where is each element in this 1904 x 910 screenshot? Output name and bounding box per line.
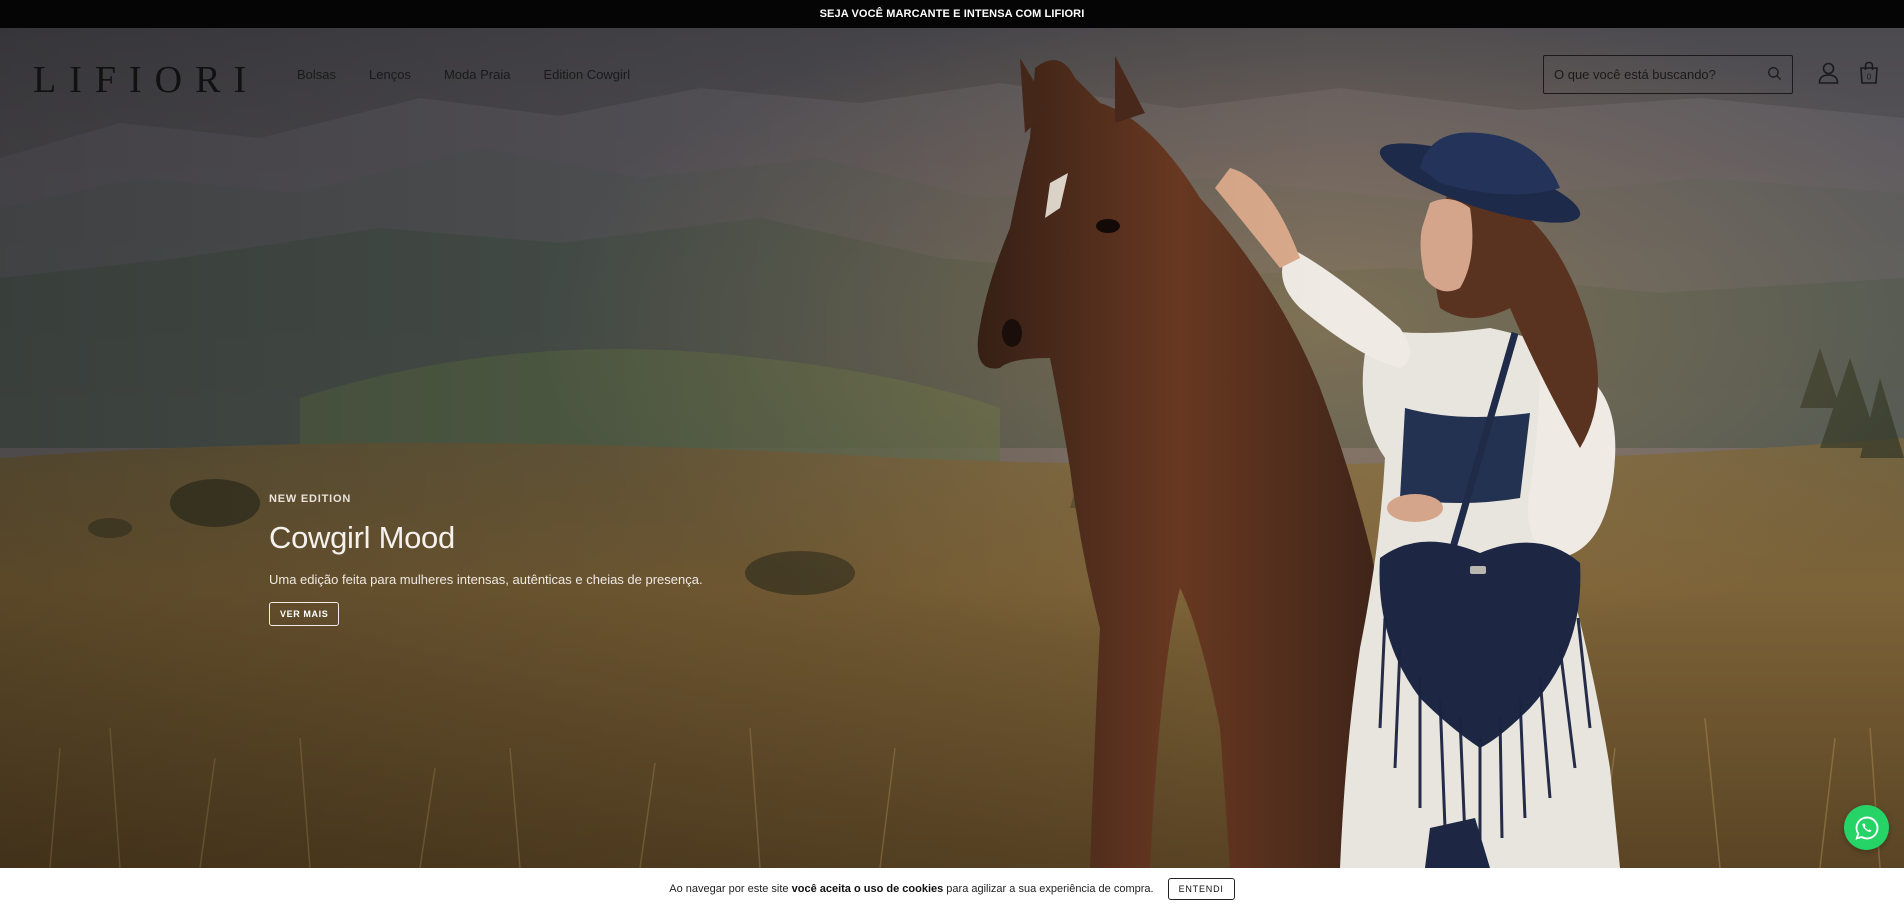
hero-title: Cowgirl Mood <box>269 520 455 555</box>
entendi-button[interactable]: ENTENDI <box>1167 878 1235 900</box>
hero-subtitle: Uma edição feita para mulheres intensas,… <box>269 572 703 587</box>
announcement-text: SEJA VOCÊ MARCANTE E INTENSA COM LIFIORI <box>819 8 1085 20</box>
cookie-text-bold: você aceita o uso de cookies <box>791 883 944 895</box>
whatsapp-button[interactable] <box>1844 805 1889 850</box>
cookie-bar: Ao navegar por este site você aceita o u… <box>0 868 1904 910</box>
cookie-text-after: para agilizar a sua experiência de compr… <box>946 883 1154 895</box>
cookie-text-before: Ao navegar por este site <box>669 883 789 895</box>
hero-eyebrow: NEW EDITION <box>269 493 352 505</box>
hero-banner[interactable]: NEW EDITION Cowgirl Mood Uma edição feit… <box>0 28 1904 868</box>
cookie-message: Ao navegar por este site você aceita o u… <box>669 883 1153 895</box>
whatsapp-icon <box>1854 816 1878 840</box>
hero-content: NEW EDITION Cowgirl Mood Uma edição feit… <box>269 493 703 626</box>
announcement-bar: SEJA VOCÊ MARCANTE E INTENSA COM LIFIORI <box>0 0 1904 28</box>
site-header <box>0 28 1904 122</box>
ver-mais-button[interactable]: VER MAIS <box>269 602 340 626</box>
